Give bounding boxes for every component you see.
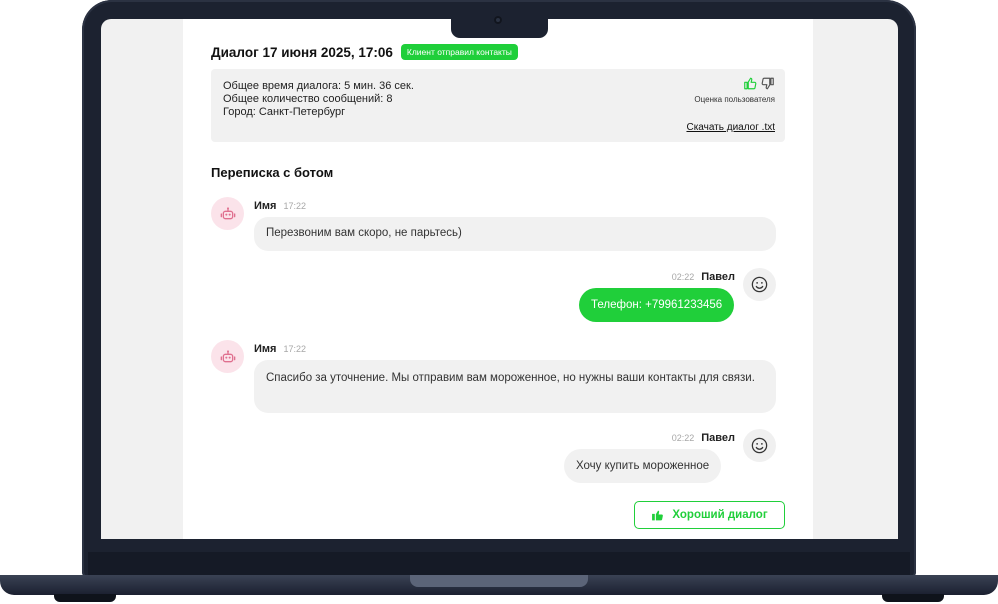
status-badge: Клиент отправил контакты (400, 44, 518, 60)
bot-message-bubble: Спасибо за уточнение. Мы отправим вам мо… (254, 360, 776, 413)
smiley-icon (751, 437, 768, 454)
message-header: Имя 17:22 (254, 343, 306, 355)
laptop-screen: Диалог 17 июня 2025, 17:06 Клиент отправ… (101, 19, 898, 539)
user-message-bubble: Хочу купить мороженное (564, 449, 722, 483)
message-header: 02:22 Павел (672, 432, 735, 444)
message-count: Общее количество сообщений: 8 (223, 93, 393, 105)
thumbs-up-filled-icon (652, 510, 664, 521)
sender-name: Павел (701, 432, 735, 444)
sender-name: Имя (254, 200, 277, 212)
bot-message-bubble: Перезвоним вам скоро, не парьтесь) (254, 217, 776, 251)
chat-section-title: Переписка с ботом (211, 165, 334, 180)
dialog-header: Диалог 17 июня 2025, 17:06 Клиент отправ… (211, 44, 518, 60)
user-avatar (743, 429, 776, 462)
dialog-info-card: Общее время диалога: 5 мин. 36 сек. Обще… (211, 69, 785, 142)
bot-avatar (211, 197, 244, 230)
thumbs-down-icon[interactable] (761, 77, 775, 95)
sender-name: Павел (701, 271, 735, 283)
laptop-foot-left (54, 594, 116, 602)
total-time: Общее время диалога: 5 мин. 36 сек. (223, 80, 414, 92)
city: Город: Санкт-Петербург (223, 106, 346, 118)
message-header: 02:22 Павел (672, 271, 735, 283)
dialog-title: Диалог 17 июня 2025, 17:06 (211, 44, 393, 60)
laptop-base-notch (410, 575, 588, 587)
good-dialog-button[interactable]: Хороший диалог (634, 501, 785, 529)
robot-icon (220, 349, 235, 362)
laptop-foot-right (882, 594, 944, 602)
rating-controls (743, 77, 775, 95)
good-dialog-label: Хороший диалог (672, 509, 768, 521)
download-dialog-link[interactable]: Скачать диалог .txt (686, 122, 775, 133)
rating-label: Оценка пользователя (694, 95, 775, 104)
thumbs-up-icon[interactable] (743, 77, 757, 95)
dialog-panel: Диалог 17 июня 2025, 17:06 Клиент отправ… (183, 19, 813, 539)
smiley-icon (751, 276, 768, 293)
message-time: 02:22 (671, 272, 695, 282)
bot-avatar (211, 340, 244, 373)
user-message-bubble: Телефон: +79961233456 (579, 288, 735, 322)
message-time: 17:22 (283, 344, 306, 354)
message-time: 02:22 (671, 433, 695, 443)
sender-name: Имя (254, 343, 277, 355)
message-header: Имя 17:22 (254, 200, 306, 212)
message-time: 17:22 (283, 201, 306, 211)
camera-icon (494, 16, 502, 24)
robot-icon (220, 206, 235, 219)
user-avatar (743, 268, 776, 301)
